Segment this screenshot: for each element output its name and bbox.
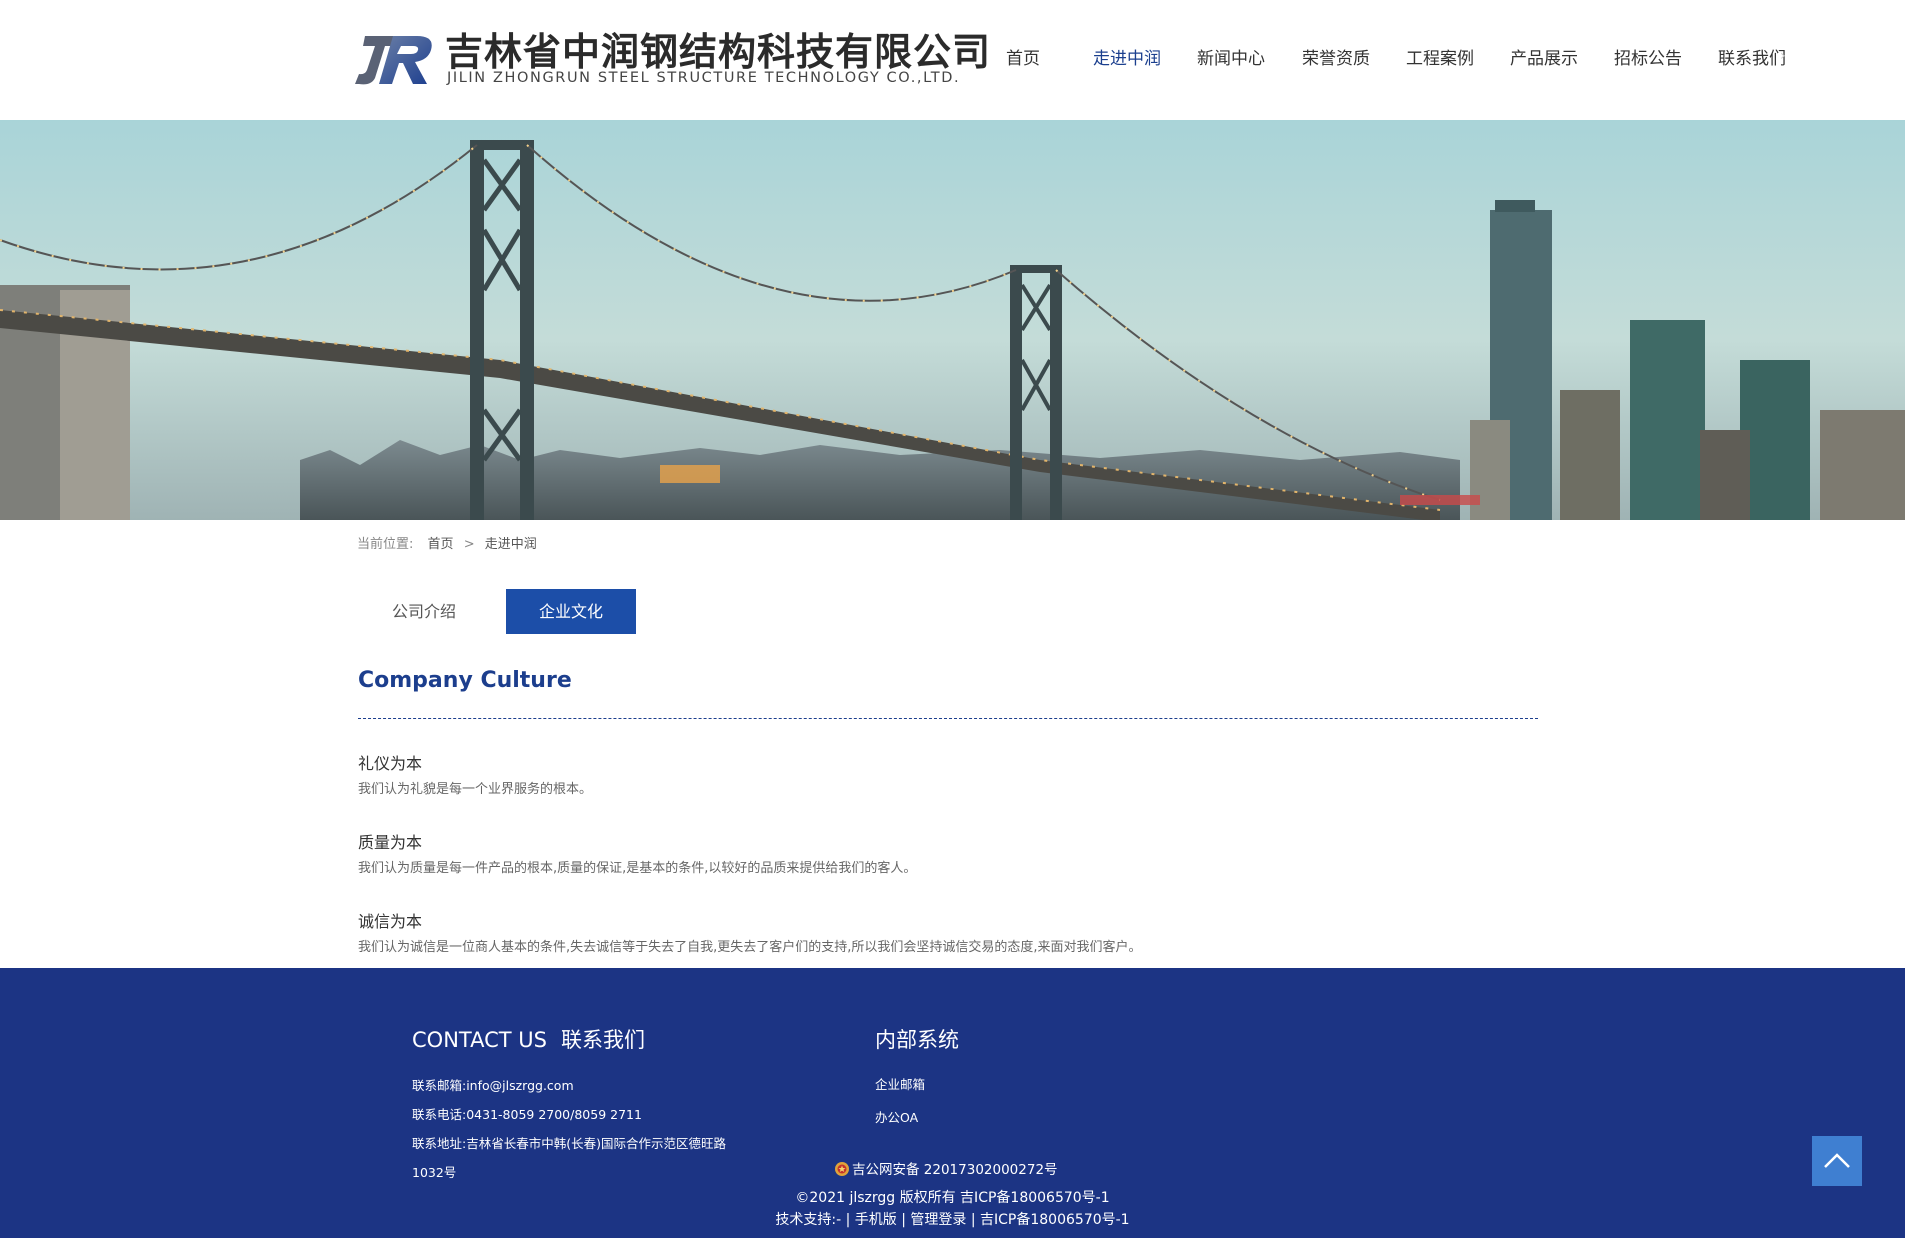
culture-item-desc: 我们认为礼貌是每一个业界服务的根本。 [358, 782, 593, 797]
tab-company-culture[interactable]: 企业文化 [506, 589, 636, 634]
breadcrumb-current-link[interactable]: 走进中润 [485, 537, 537, 552]
enterprise-email-link[interactable]: 企业邮箱 [875, 1074, 925, 1093]
culture-item-title: 诚信为本 [358, 912, 423, 931]
logo-company-name: 吉林省中润钢结构科技有限公司 [445, 30, 992, 74]
back-to-top-button[interactable] [1812, 1136, 1862, 1186]
contact-heading-en: CONTACT US [412, 1028, 547, 1052]
culture-item: 质量为本 我们认为质量是每一件产品的根本,质量的保证,是基本的条件,以较好的品质… [358, 832, 1558, 878]
nav-item-honors[interactable]: 荣誉资质 [1302, 44, 1370, 69]
nav-item-news[interactable]: 新闻中心 [1197, 44, 1265, 69]
site-footer: CONTACT US 联系我们 联系邮箱:info@jlszrgg.com 联系电… [0, 968, 1905, 1238]
contact-heading-cn: 联系我们 [560, 1028, 645, 1052]
bridge-skyline-image [0, 120, 1905, 520]
footer-links-text[interactable]: 技术支持:- | 手机版 | 管理登录 | 吉ICP备18006570号-1 [775, 1212, 1129, 1228]
police-badge-icon [835, 1162, 849, 1176]
culture-item: 礼仪为本 我们认为礼貌是每一个业界服务的根本。 [358, 753, 1558, 799]
breadcrumb-label: 当前位置: [357, 537, 414, 552]
culture-item: 诚信为本 我们认为诚信是一位商人基本的条件,失去诚信等于失去了自我,更失去了客户… [358, 911, 1558, 957]
culture-item-desc: 我们认为质量是每一件产品的根本,质量的保证,是基本的条件,以较好的品质来提供给我… [358, 861, 917, 876]
company-logo[interactable]: 吉林省中润钢结构科技有限公司 JILIN ZHONGRUN STEEL STRU… [355, 30, 990, 90]
contact-address: 联系地址:吉林省长春市中韩(长春)国际合作示范区德旺路 [412, 1136, 726, 1151]
logo-mark-icon [355, 36, 432, 85]
section-divider [358, 718, 1538, 719]
contact-email: 联系邮箱:info@jlszrgg.com [412, 1078, 574, 1093]
culture-item-title: 质量为本 [358, 833, 423, 852]
nav-item-tenders[interactable]: 招标公告 [1614, 44, 1682, 69]
hero-banner [0, 120, 1905, 520]
breadcrumb-home-link[interactable]: 首页 [428, 537, 454, 552]
internal-systems-heading: 内部系统 [875, 1028, 959, 1052]
office-oa-link[interactable]: 办公OA [875, 1107, 918, 1126]
public-security-record[interactable]: 吉公网安备 22017302000272号 [834, 1158, 1058, 1178]
logo-company-name-en: JILIN ZHONGRUN STEEL STRUCTURE TECHNOLOG… [447, 70, 961, 86]
footer-links-row[interactable]: 技术支持:- | 手机版 | 管理登录 | 吉ICP备18006570号-1 [0, 1209, 1905, 1229]
breadcrumb-separator: > [463, 537, 475, 552]
culture-item-desc: 我们认为诚信是一位商人基本的条件,失去诚信等于失去了自我,更失去了客户们的支持,… [358, 940, 1142, 955]
beian-text: 吉公网安备 22017302000272号 [852, 1162, 1058, 1178]
chevron-up-icon [1824, 1153, 1850, 1168]
culture-item-title: 礼仪为本 [358, 754, 423, 773]
section-title: Company Culture [358, 668, 572, 693]
chevron-right-icon[interactable]: › [1780, 48, 1786, 64]
page-edge [1905, 0, 1920, 1238]
breadcrumb: 当前位置: 首页 > 走进中润 [357, 533, 537, 552]
copyright-text: ©2021 jlszrgg 版权所有 吉ICP备18006570号-1 [795, 1190, 1110, 1206]
contact-phone: 联系电话:0431-8059 2700/8059 2711 [412, 1107, 642, 1122]
nav-item-about[interactable]: 走进中润 [1093, 44, 1161, 69]
nav-item-home[interactable]: 首页 [1006, 44, 1040, 69]
nav-item-contact[interactable]: 联系我们 [1718, 44, 1786, 69]
nav-item-cases[interactable]: 工程案例 [1406, 44, 1474, 69]
nav-item-products[interactable]: 产品展示 [1510, 44, 1578, 69]
site-header: 吉林省中润钢结构科技有限公司 JILIN ZHONGRUN STEEL STRU… [0, 0, 1905, 120]
contact-address-line2: 1032号 [412, 1165, 457, 1180]
contact-heading: CONTACT US 联系我们 [412, 1024, 645, 1054]
tab-company-intro[interactable]: 公司介绍 [357, 589, 491, 634]
